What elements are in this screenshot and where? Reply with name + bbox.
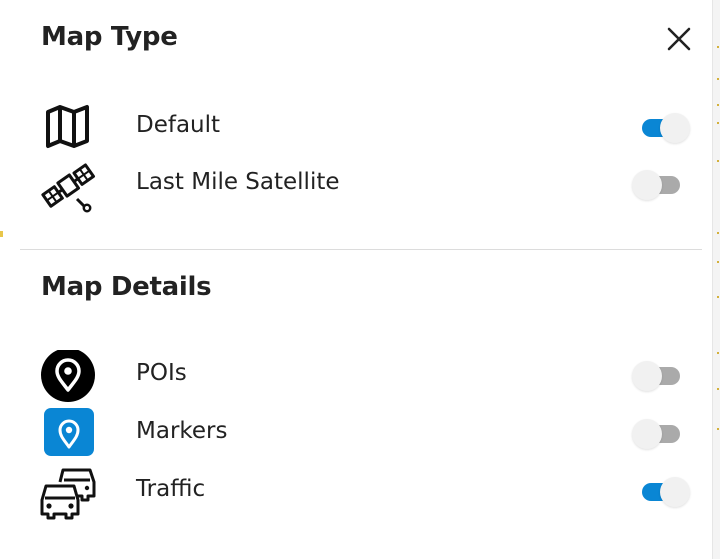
close-button[interactable] — [664, 24, 694, 54]
map-details-label-traffic: Traffic — [136, 476, 206, 502]
map-icon — [40, 102, 96, 158]
section-divider — [20, 249, 702, 250]
marker-pin-icon — [40, 408, 96, 464]
background-edge-mark — [0, 231, 3, 237]
pois-toggle[interactable] — [632, 361, 690, 391]
map-type-row-satellite[interactable]: Last Mile Satellite — [0, 159, 710, 213]
background-edge — [712, 0, 720, 559]
map-type-label-default: Default — [136, 112, 221, 138]
markers-toggle[interactable] — [632, 419, 690, 449]
traffic-cars-icon — [40, 466, 96, 522]
map-details-row-markers[interactable]: Markers — [0, 408, 710, 458]
map-details-label-markers: Markers — [136, 418, 228, 444]
map-settings-panel: Map Type Default Last Mile Satellite Map… — [0, 0, 720, 559]
map-details-title: Map Details — [41, 272, 212, 302]
close-icon — [667, 27, 691, 51]
map-details-label-pois: POIs — [136, 360, 187, 386]
map-type-label-satellite: Last Mile Satellite — [136, 169, 340, 195]
map-details-row-pois[interactable]: POIs — [0, 348, 710, 402]
satellite-icon — [40, 159, 96, 215]
map-type-title: Map Type — [41, 22, 178, 52]
poi-pin-icon — [40, 348, 96, 406]
default-toggle[interactable] — [642, 113, 690, 143]
traffic-toggle[interactable] — [642, 477, 690, 507]
map-details-row-traffic[interactable]: Traffic — [0, 466, 710, 520]
map-type-row-default[interactable]: Default — [0, 102, 710, 152]
satellite-toggle[interactable] — [632, 170, 690, 200]
